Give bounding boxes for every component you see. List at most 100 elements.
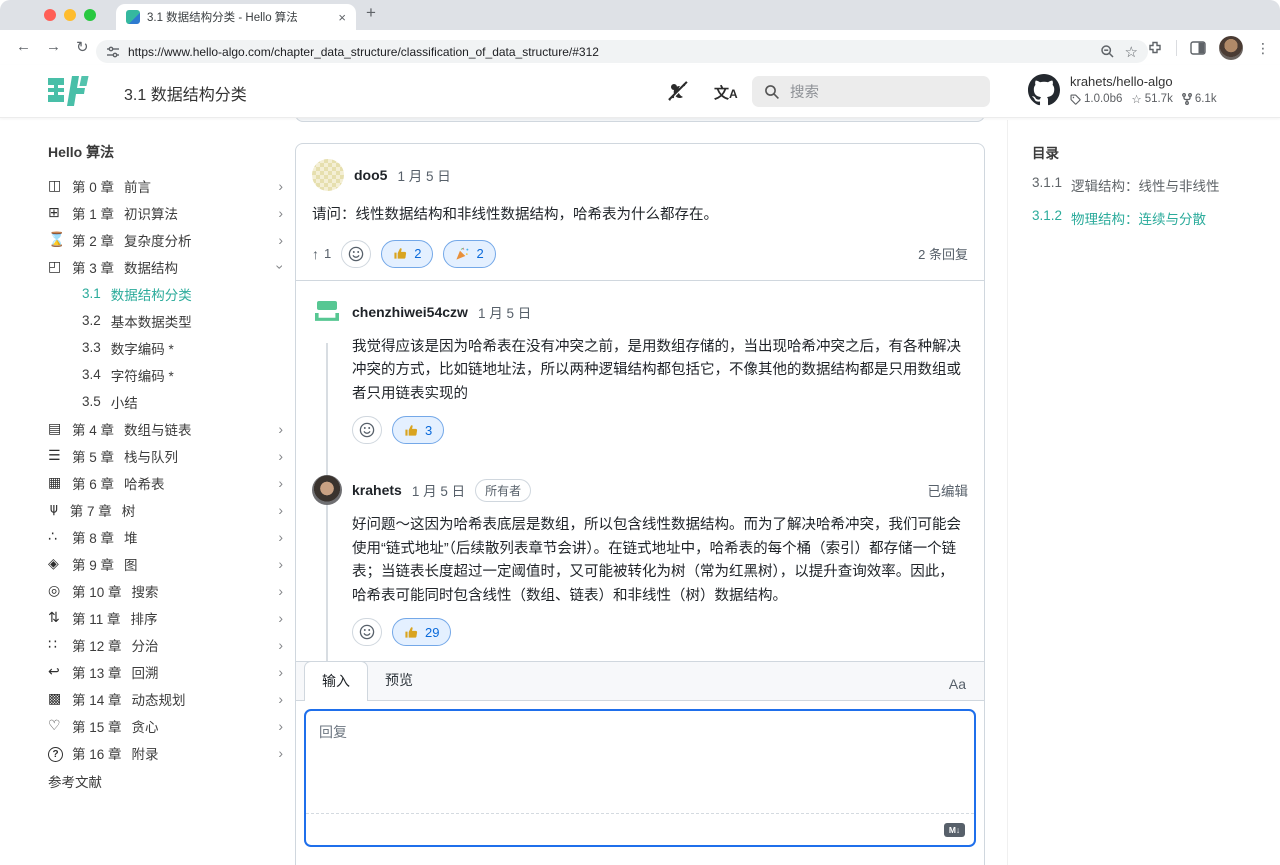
sidebar-item-chapter-7[interactable]: ⋔第 7 章树› bbox=[48, 496, 283, 523]
page-title: 3.1 数据结构分类 bbox=[124, 81, 247, 105]
chevron-right-icon[interactable]: › bbox=[278, 448, 283, 464]
theme-toggle-icon[interactable] bbox=[666, 79, 690, 103]
toc-item-3-1-1[interactable]: 3.1.1逻辑结构：线性与非线性 bbox=[1032, 175, 1267, 195]
reply-date[interactable]: 1 月 5 日 bbox=[478, 302, 531, 322]
sidebar-item-chapter-9[interactable]: ◈第 9 章图› bbox=[48, 550, 283, 577]
close-tab-icon[interactable]: × bbox=[338, 11, 346, 24]
reply-author[interactable]: krahets bbox=[352, 482, 402, 498]
maximize-window-button[interactable] bbox=[84, 9, 96, 21]
chevron-right-icon[interactable]: › bbox=[278, 421, 283, 437]
comment-author[interactable]: doo5 bbox=[354, 167, 387, 183]
comment-body: 请问：线性数据结构和非线性数据结构，哈希表为什么都存在。 bbox=[312, 204, 968, 228]
chevron-down-icon[interactable]: › bbox=[273, 264, 289, 269]
avatar[interactable] bbox=[312, 475, 342, 505]
chevron-right-icon[interactable]: › bbox=[278, 718, 283, 734]
address-bar[interactable]: https://www.hello-algo.com/chapter_data_… bbox=[96, 40, 1148, 63]
profile-avatar[interactable] bbox=[1219, 36, 1243, 60]
chevron-right-icon[interactable]: › bbox=[278, 745, 283, 761]
minimize-window-button[interactable] bbox=[64, 9, 76, 21]
chevron-right-icon[interactable]: › bbox=[278, 691, 283, 707]
forward-button[interactable]: → bbox=[46, 38, 61, 55]
avatar[interactable] bbox=[312, 159, 344, 191]
new-tab-button[interactable]: + bbox=[366, 3, 376, 23]
reply-textarea[interactable] bbox=[306, 711, 974, 809]
extensions-icon[interactable] bbox=[1147, 40, 1163, 56]
markdown-icon[interactable]: M↓ bbox=[944, 823, 965, 837]
replies-section: chenzhiwei54czw 1 月 5 日 我觉得应该是因为哈希表在没有冲突… bbox=[296, 280, 984, 661]
url-text[interactable]: https://www.hello-algo.com/chapter_data_… bbox=[128, 45, 1100, 59]
search-placeholder: 搜索 bbox=[790, 81, 819, 102]
reaction-thumbs-up[interactable]: 2 bbox=[381, 240, 433, 268]
browser-tab[interactable]: 3.1 数据结构分类 - Hello 算法 × bbox=[116, 4, 356, 30]
sidebar-item-chapter-0[interactable]: ◫第 0 章前言› bbox=[48, 172, 283, 199]
chevron-right-icon[interactable]: › bbox=[278, 502, 283, 518]
browser-menu-icon[interactable]: ⋮ bbox=[1256, 40, 1270, 57]
repo-link[interactable]: krahets/hello-algo 1.0.0b6 ☆51.7k 6.1k bbox=[1028, 74, 1217, 106]
sidebar-item-chapter-6[interactable]: ▦第 6 章哈希表› bbox=[48, 469, 283, 496]
text-style-hint[interactable]: Aa bbox=[949, 676, 976, 700]
toc-item-3-1-2[interactable]: 3.1.2物理结构：连续与分散 bbox=[1032, 208, 1267, 228]
greedy-icon: ♡ bbox=[48, 717, 72, 734]
zoom-page-icon[interactable] bbox=[1100, 44, 1115, 59]
chevron-right-icon[interactable]: › bbox=[278, 232, 283, 248]
translate-icon[interactable]: 文A bbox=[714, 82, 738, 103]
upvote-button[interactable]: ↑1 bbox=[312, 246, 331, 262]
sidebar-item-chapter-3[interactable]: ◰第 3 章数据结构› bbox=[48, 253, 283, 280]
sidebar-item-3-3[interactable]: 3.3数字编码 * bbox=[48, 334, 283, 361]
sidebar-item-3-2[interactable]: 3.2基本数据类型 bbox=[48, 307, 283, 334]
comment-header: doo5 1 月 5 日 bbox=[312, 159, 968, 191]
site-settings-icon[interactable] bbox=[106, 45, 120, 59]
comment-date[interactable]: 1 月 5 日 bbox=[397, 165, 450, 185]
chevron-right-icon[interactable]: › bbox=[278, 529, 283, 545]
smiley-icon bbox=[359, 624, 375, 640]
add-reaction-button[interactable] bbox=[352, 416, 382, 444]
close-window-button[interactable] bbox=[44, 9, 56, 21]
reply-author[interactable]: chenzhiwei54czw bbox=[352, 304, 468, 320]
chevron-right-icon[interactable]: › bbox=[278, 475, 283, 491]
sidebar-item-chapter-10[interactable]: ◎第 10 章搜索› bbox=[48, 577, 283, 604]
sidebar-item-chapter-13[interactable]: ↩第 13 章回溯› bbox=[48, 658, 283, 685]
add-reaction-button[interactable] bbox=[341, 240, 371, 268]
reply-date[interactable]: 1 月 5 日 bbox=[412, 480, 465, 500]
heap-icon: ∴ bbox=[48, 528, 72, 545]
chevron-right-icon[interactable]: › bbox=[278, 556, 283, 572]
backtracking-icon: ↩ bbox=[48, 663, 72, 680]
sidebar-item-3-1[interactable]: 3.1数据结构分类 bbox=[48, 280, 283, 307]
site-logo[interactable] bbox=[46, 74, 94, 113]
side-panel-icon[interactable] bbox=[1190, 41, 1206, 55]
add-reaction-button[interactable] bbox=[352, 618, 382, 646]
sidebar-item-chapter-15[interactable]: ♡第 15 章贪心› bbox=[48, 712, 283, 739]
sidebar-item-chapter-1[interactable]: ⊞第 1 章初识算法› bbox=[48, 199, 283, 226]
chevron-right-icon[interactable]: › bbox=[278, 610, 283, 626]
back-button[interactable]: ← bbox=[16, 38, 31, 55]
sidebar-item-chapter-4[interactable]: ▤第 4 章数组与链表› bbox=[48, 415, 283, 442]
reload-button[interactable]: ↻ bbox=[76, 38, 89, 56]
sidebar-item-chapter-2[interactable]: ⌛第 2 章复杂度分析› bbox=[48, 226, 283, 253]
tab-write[interactable]: 输入 bbox=[304, 661, 368, 701]
reaction-party[interactable]: 2 bbox=[443, 240, 495, 268]
avatar[interactable] bbox=[312, 297, 342, 327]
book-icon: ◫ bbox=[48, 177, 72, 194]
chevron-right-icon[interactable]: › bbox=[278, 205, 283, 221]
sidebar-item-3-5[interactable]: 3.5小结 bbox=[48, 388, 283, 415]
bookmark-star-icon[interactable]: ☆ bbox=[1125, 43, 1138, 61]
sidebar-item-chapter-14[interactable]: ▩第 14 章动态规划› bbox=[48, 685, 283, 712]
sidebar-item-chapter-12[interactable]: ∷第 12 章分治› bbox=[48, 631, 283, 658]
thumbs-up-icon bbox=[404, 423, 419, 438]
sidebar-item-references[interactable]: 参考文献 bbox=[48, 767, 283, 794]
sidebar-item-chapter-11[interactable]: ⇅第 11 章排序› bbox=[48, 604, 283, 631]
sidebar-item-chapter-16[interactable]: ?第 16 章附录› bbox=[48, 739, 283, 766]
reaction-thumbs-up[interactable]: 3 bbox=[392, 416, 444, 444]
sidebar-item-chapter-8[interactable]: ∴第 8 章堆› bbox=[48, 523, 283, 550]
chevron-right-icon[interactable]: › bbox=[278, 664, 283, 680]
search-box[interactable]: 搜索 bbox=[752, 76, 990, 107]
sidebar-item-chapter-5[interactable]: ☰第 5 章栈与队列› bbox=[48, 442, 283, 469]
reply-body: 我觉得应该是因为哈希表在没有冲突之前，是用数组存储的，当出现哈希冲突之后，有各种… bbox=[352, 336, 968, 406]
chevron-right-icon[interactable]: › bbox=[278, 583, 283, 599]
github-icon bbox=[1028, 74, 1060, 106]
sidebar-item-3-4[interactable]: 3.4字符编码 * bbox=[48, 361, 283, 388]
chevron-right-icon[interactable]: › bbox=[278, 178, 283, 194]
tab-preview[interactable]: 预览 bbox=[368, 661, 430, 700]
reaction-thumbs-up[interactable]: 29 bbox=[392, 618, 451, 646]
chevron-right-icon[interactable]: › bbox=[278, 637, 283, 653]
